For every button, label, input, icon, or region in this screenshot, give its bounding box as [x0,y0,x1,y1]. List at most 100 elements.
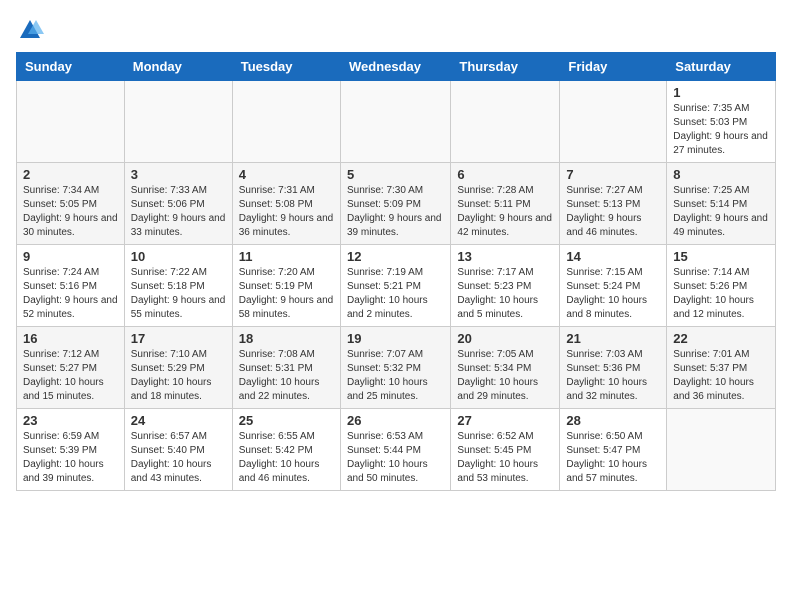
day-info: Sunrise: 7:14 AM Sunset: 5:26 PM Dayligh… [673,266,769,322]
calendar-cell: 16 Sunrise: 7:12 AM Sunset: 5:27 PM Dayli… [17,327,125,409]
calendar-cell: 17 Sunrise: 7:10 AM Sunset: 5:29 PM Dayli… [124,327,232,409]
calendar-header-thursday: Thursday [451,53,560,81]
day-number: 12 [347,249,444,264]
day-number: 7 [566,167,660,182]
calendar-week-row: 23 Sunrise: 6:59 AM Sunset: 5:39 PM Dayli… [17,409,776,491]
calendar-cell: 8Sunrise: 7:25 AM Sunset: 5:14 PM Daylig… [667,163,776,245]
day-number: 24 [131,413,226,428]
calendar-cell: 22 Sunrise: 7:01 AM Sunset: 5:37 PM Dayli… [667,327,776,409]
calendar-cell: 23 Sunrise: 6:59 AM Sunset: 5:39 PM Dayli… [17,409,125,491]
calendar-cell: 18 Sunrise: 7:08 AM Sunset: 5:31 PM Dayli… [232,327,340,409]
logo [16,16,48,44]
day-number: 20 [457,331,553,346]
day-number: 19 [347,331,444,346]
day-info: Sunrise: 7:10 AM Sunset: 5:29 PM Dayligh… [131,348,226,404]
calendar-header-row: SundayMondayTuesdayWednesdayThursdayFrid… [17,53,776,81]
calendar-cell: 1 Sunrise: 7:35 AM Sunset: 5:03 PM Daylig… [667,81,776,163]
day-number: 27 [457,413,553,428]
calendar-week-row: 2 Sunrise: 7:34 AM Sunset: 5:05 PM Daylig… [17,163,776,245]
day-number: 23 [23,413,118,428]
calendar-week-row: 16 Sunrise: 7:12 AM Sunset: 5:27 PM Dayli… [17,327,776,409]
calendar-cell: 21 Sunrise: 7:03 AM Sunset: 5:36 PM Dayli… [560,327,667,409]
calendar-cell [451,81,560,163]
day-number: 5 [347,167,444,182]
day-number: 17 [131,331,226,346]
calendar-cell [340,81,450,163]
day-number: 13 [457,249,553,264]
calendar-cell: 14 Sunrise: 7:15 AM Sunset: 5:24 PM Dayli… [560,245,667,327]
calendar-cell: 10Sunrise: 7:22 AM Sunset: 5:18 PM Dayli… [124,245,232,327]
calendar-cell: 15 Sunrise: 7:14 AM Sunset: 5:26 PM Dayli… [667,245,776,327]
day-info: Sunrise: 7:24 AM Sunset: 5:16 PM Dayligh… [23,266,118,322]
day-info: Sunrise: 7:30 AM Sunset: 5:09 PM Dayligh… [347,184,444,240]
day-number: 28 [566,413,660,428]
day-info: Sunrise: 7:34 AM Sunset: 5:05 PM Dayligh… [23,184,118,240]
day-number: 14 [566,249,660,264]
calendar-cell: 7Sunrise: 7:27 AM Sunset: 5:13 PM Daylig… [560,163,667,245]
day-info: Sunrise: 7:12 AM Sunset: 5:27 PM Dayligh… [23,348,118,404]
day-info: Sunrise: 7:19 AM Sunset: 5:21 PM Dayligh… [347,266,444,322]
calendar-header-tuesday: Tuesday [232,53,340,81]
day-info: Sunrise: 6:57 AM Sunset: 5:40 PM Dayligh… [131,430,226,486]
day-number: 8 [673,167,769,182]
day-info: Sunrise: 7:31 AM Sunset: 5:08 PM Dayligh… [239,184,334,240]
day-info: Sunrise: 6:52 AM Sunset: 5:45 PM Dayligh… [457,430,553,486]
logo-icon [16,16,44,44]
calendar-cell: 9 Sunrise: 7:24 AM Sunset: 5:16 PM Daylig… [17,245,125,327]
day-number: 3 [131,167,226,182]
day-info: Sunrise: 7:17 AM Sunset: 5:23 PM Dayligh… [457,266,553,322]
day-info: Sunrise: 7:08 AM Sunset: 5:31 PM Dayligh… [239,348,334,404]
calendar-cell: 11 Sunrise: 7:20 AM Sunset: 5:19 PM Dayli… [232,245,340,327]
calendar-header-friday: Friday [560,53,667,81]
calendar-cell: 12 Sunrise: 7:19 AM Sunset: 5:21 PM Dayli… [340,245,450,327]
day-info: Sunrise: 7:01 AM Sunset: 5:37 PM Dayligh… [673,348,769,404]
day-number: 9 [23,249,118,264]
calendar-cell: 3Sunrise: 7:33 AM Sunset: 5:06 PM Daylig… [124,163,232,245]
calendar-header-sunday: Sunday [17,53,125,81]
day-info: Sunrise: 6:53 AM Sunset: 5:44 PM Dayligh… [347,430,444,486]
calendar-cell: 19 Sunrise: 7:07 AM Sunset: 5:32 PM Dayli… [340,327,450,409]
day-number: 25 [239,413,334,428]
calendar-week-row: 9 Sunrise: 7:24 AM Sunset: 5:16 PM Daylig… [17,245,776,327]
calendar-cell: 28 Sunrise: 6:50 AM Sunset: 5:47 PM Dayli… [560,409,667,491]
day-number: 21 [566,331,660,346]
calendar-cell: 2 Sunrise: 7:34 AM Sunset: 5:05 PM Daylig… [17,163,125,245]
calendar-cell [17,81,125,163]
calendar-cell [232,81,340,163]
day-number: 26 [347,413,444,428]
calendar-cell: 6 Sunrise: 7:28 AM Sunset: 5:11 PM Daylig… [451,163,560,245]
calendar-cell [124,81,232,163]
day-info: Sunrise: 7:07 AM Sunset: 5:32 PM Dayligh… [347,348,444,404]
calendar-cell: 13 Sunrise: 7:17 AM Sunset: 5:23 PM Dayli… [451,245,560,327]
day-number: 4 [239,167,334,182]
calendar-table: SundayMondayTuesdayWednesdayThursdayFrid… [16,52,776,491]
calendar-header-saturday: Saturday [667,53,776,81]
day-number: 2 [23,167,118,182]
calendar-cell: 27 Sunrise: 6:52 AM Sunset: 5:45 PM Dayli… [451,409,560,491]
day-info: Sunrise: 7:35 AM Sunset: 5:03 PM Dayligh… [673,102,769,158]
day-info: Sunrise: 6:59 AM Sunset: 5:39 PM Dayligh… [23,430,118,486]
day-info: Sunrise: 6:50 AM Sunset: 5:47 PM Dayligh… [566,430,660,486]
calendar-cell [667,409,776,491]
calendar-week-row: 1 Sunrise: 7:35 AM Sunset: 5:03 PM Daylig… [17,81,776,163]
day-number: 6 [457,167,553,182]
day-info: Sunrise: 7:15 AM Sunset: 5:24 PM Dayligh… [566,266,660,322]
day-number: 1 [673,85,769,100]
day-info: Sunrise: 6:55 AM Sunset: 5:42 PM Dayligh… [239,430,334,486]
day-number: 11 [239,249,334,264]
day-info: Sunrise: 7:03 AM Sunset: 5:36 PM Dayligh… [566,348,660,404]
day-number: 16 [23,331,118,346]
calendar-cell: 4 Sunrise: 7:31 AM Sunset: 5:08 PM Daylig… [232,163,340,245]
calendar-header-wednesday: Wednesday [340,53,450,81]
calendar-header-monday: Monday [124,53,232,81]
day-info: Sunrise: 7:05 AM Sunset: 5:34 PM Dayligh… [457,348,553,404]
day-number: 10 [131,249,226,264]
day-info: Sunrise: 7:28 AM Sunset: 5:11 PM Dayligh… [457,184,553,240]
day-number: 15 [673,249,769,264]
day-number: 22 [673,331,769,346]
calendar-cell: 5 Sunrise: 7:30 AM Sunset: 5:09 PM Daylig… [340,163,450,245]
calendar-cell: 25 Sunrise: 6:55 AM Sunset: 5:42 PM Dayli… [232,409,340,491]
day-info: Sunrise: 7:20 AM Sunset: 5:19 PM Dayligh… [239,266,334,322]
calendar-cell: 26 Sunrise: 6:53 AM Sunset: 5:44 PM Dayli… [340,409,450,491]
day-number: 18 [239,331,334,346]
